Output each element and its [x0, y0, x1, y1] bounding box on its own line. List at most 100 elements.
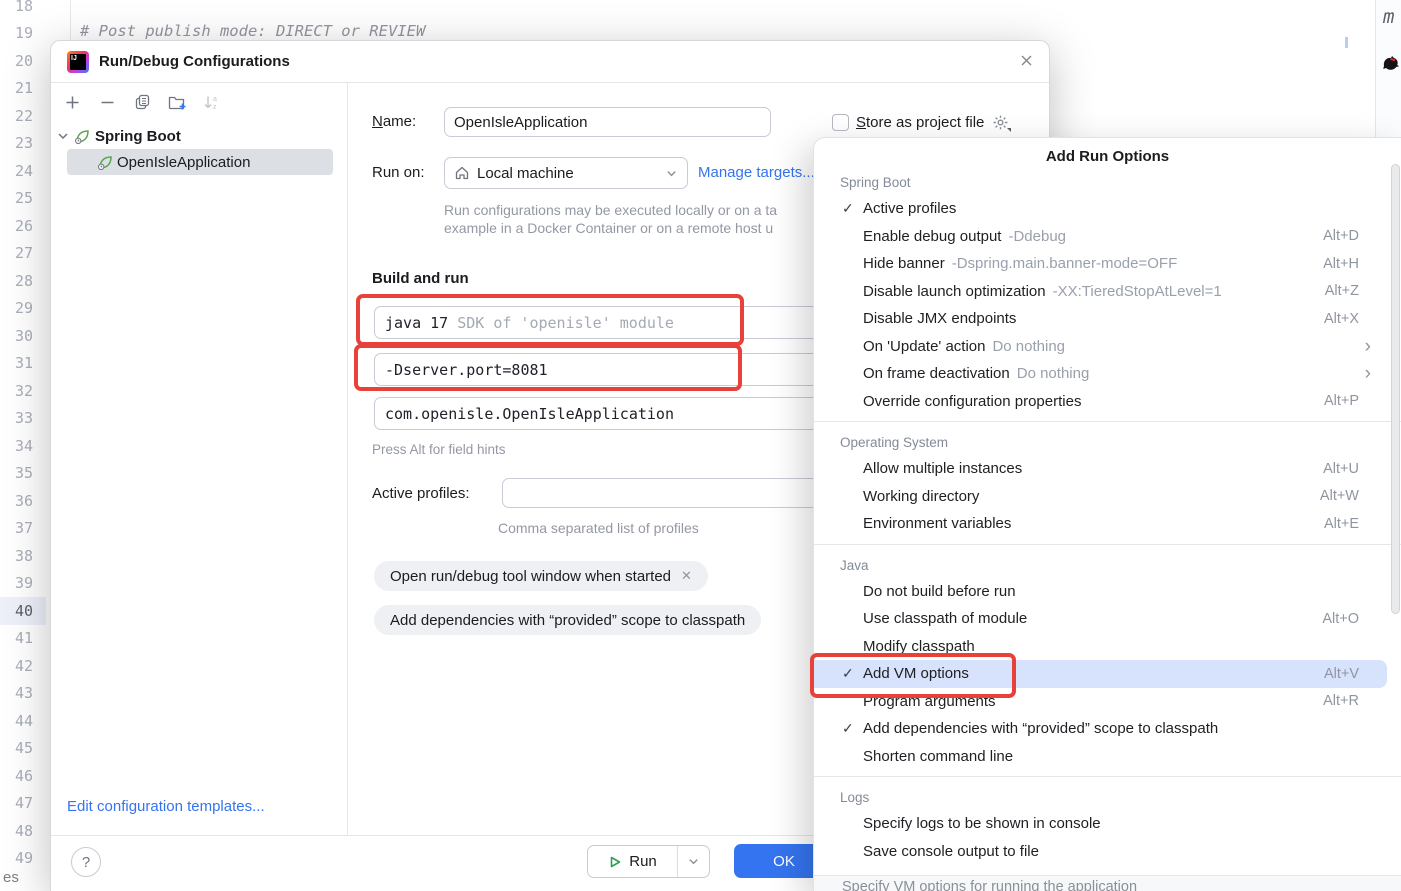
run-on-select[interactable]: Local machine — [444, 157, 688, 189]
line-number-text: 36 — [15, 492, 33, 510]
run-on-help-line1: Run configurations may be executed local… — [444, 202, 777, 218]
popup-scrollbar[interactable] — [1391, 164, 1400, 614]
line-number-text: 43 — [15, 684, 33, 702]
line-number-text: 48 — [15, 822, 33, 840]
sort-alphabetically-icon[interactable]: az — [200, 90, 224, 114]
line-number-text: 22 — [15, 107, 33, 125]
editor-line-number: 22 — [0, 102, 46, 130]
line-number-text: 33 — [15, 409, 33, 427]
menu-item-label: Disable launch optimization — [863, 283, 1046, 300]
line-number-text: 46 — [15, 767, 33, 785]
popup-menu-item[interactable]: Disable JMX endpointsAlt+X — [814, 305, 1401, 333]
dialog-title: Run/Debug Configurations — [99, 53, 290, 70]
menu-item-shortcut: Alt+R — [1323, 693, 1359, 709]
tag-close-icon[interactable]: ✕ — [681, 568, 692, 584]
new-folder-icon[interactable] — [165, 90, 189, 114]
run-label: Run — [629, 853, 657, 870]
editor-line-number: 27 — [0, 240, 46, 268]
main-class-field[interactable]: com.openisle.OpenIsleApplication — [374, 397, 826, 430]
run-button[interactable]: Run — [588, 846, 677, 877]
popup-menu-item[interactable]: Use classpath of moduleAlt+O — [814, 605, 1401, 633]
menu-item-label: Shorten command line — [863, 748, 1013, 765]
menu-item-label: Enable debug output — [863, 228, 1001, 245]
popup-menu-item[interactable]: Override configuration propertiesAlt+P — [814, 388, 1401, 416]
line-number-text: 32 — [15, 382, 33, 400]
run-split-button[interactable]: Run — [587, 845, 710, 878]
popup-menu-item[interactable]: Working directoryAlt+W — [814, 483, 1401, 511]
chevron-down-icon — [665, 167, 678, 180]
menu-item-label: Do not build before run — [863, 583, 1016, 600]
copy-icon[interactable] — [130, 90, 154, 114]
line-number-text: 39 — [15, 574, 33, 592]
menu-separator — [814, 776, 1401, 777]
alt-hint: Press Alt for field hints — [372, 442, 506, 457]
name-input[interactable]: OpenIsleApplication — [444, 107, 771, 137]
submenu-arrow-icon: › — [1365, 337, 1371, 356]
popup-status-hint: Specify VM options for running the appli… — [814, 875, 1401, 891]
menu-item-label: Active profiles — [863, 200, 956, 217]
line-number-text: 40 — [15, 602, 33, 620]
popup-menu-item[interactable]: On 'Update' actionDo nothing› — [814, 333, 1401, 361]
intellij-logo-icon — [67, 51, 89, 73]
popup-menu-item[interactable]: Do not build before run — [814, 578, 1401, 606]
run-dropdown-button[interactable] — [677, 846, 709, 877]
chevron-down-icon[interactable] — [56, 129, 70, 143]
popup-menu-item[interactable]: Disable launch optimization-XX:TieredSto… — [814, 278, 1401, 306]
menu-item-shortcut: Alt+D — [1323, 228, 1359, 244]
line-number-text: 26 — [15, 217, 33, 235]
popup-menu: Spring Boot✓Active profilesEnable debug … — [814, 166, 1401, 865]
popup-menu-item[interactable]: ✓Active profiles — [814, 195, 1401, 223]
help-label: ? — [82, 854, 90, 871]
store-as-project-file-checkbox[interactable] — [832, 114, 849, 131]
menu-item-shortcut: Alt+W — [1320, 488, 1359, 504]
editor-line-number: 48 — [0, 817, 46, 845]
tag-label: Open run/debug tool window when started — [390, 568, 671, 585]
add-run-options-popup: Add Run Options Spring Boot✓Active profi… — [813, 137, 1401, 891]
menu-section-header: Operating System — [814, 428, 1401, 455]
manage-targets-link[interactable]: Manage targets... — [698, 164, 815, 181]
editor-line-number: 41 — [0, 625, 46, 653]
editor-line-number: 25 — [0, 185, 46, 213]
line-number-text: 38 — [15, 547, 33, 565]
line-number-text: 28 — [15, 272, 33, 290]
remove-icon[interactable] — [95, 90, 119, 114]
option-tag[interactable]: Add dependencies with “provided” scope t… — [374, 605, 761, 635]
popup-menu-item[interactable]: ✓Add dependencies with “provided” scope … — [814, 715, 1401, 743]
editor-text-fragment: es — [3, 869, 19, 886]
menu-item-shortcut: Alt+U — [1323, 461, 1359, 477]
menu-item-label: Hide banner — [863, 255, 945, 272]
menu-item-label: On 'Update' action — [863, 338, 985, 355]
add-icon[interactable] — [60, 90, 84, 114]
popup-menu-item[interactable]: On frame deactivationDo nothing› — [814, 360, 1401, 388]
popup-menu-item[interactable]: Specify logs to be shown in console — [814, 810, 1401, 838]
editor-line-number: 36 — [0, 487, 46, 515]
run-play-icon — [608, 855, 622, 869]
line-number-text: 24 — [15, 162, 33, 180]
help-button[interactable]: ? — [71, 847, 101, 877]
main-class-value: com.openisle.OpenIsleApplication — [385, 405, 674, 423]
editor-line-number: 49 — [0, 845, 46, 873]
popup-menu-item[interactable]: Allow multiple instancesAlt+U — [814, 455, 1401, 483]
editor-line-number: 40 — [0, 597, 46, 625]
line-number-text: 35 — [15, 464, 33, 482]
popup-menu-item[interactable]: Hide banner-Dspring.main.banner-mode=OFF… — [814, 250, 1401, 278]
menu-separator — [814, 421, 1401, 422]
popup-menu-item[interactable]: Enable debug output-DdebugAlt+D — [814, 223, 1401, 251]
editor-line-number: 30 — [0, 322, 46, 350]
edit-configuration-templates-link[interactable]: Edit configuration templates... — [67, 798, 265, 815]
popup-menu-item[interactable]: Shorten command line — [814, 743, 1401, 771]
svg-text:z: z — [213, 104, 217, 111]
menu-item-shortcut: Alt+H — [1323, 256, 1359, 272]
line-number-text: 45 — [15, 739, 33, 757]
tag-label: Add dependencies with “provided” scope t… — [390, 612, 745, 629]
submenu-arrow-icon: › — [1365, 364, 1371, 383]
line-number-text: 31 — [15, 354, 33, 372]
bird-icon — [1380, 53, 1400, 73]
tree-node-openisleapplication-selected[interactable]: OpenIsleApplication — [67, 149, 333, 175]
popup-menu-item[interactable]: Environment variablesAlt+E — [814, 510, 1401, 538]
gear-icon[interactable] — [991, 113, 1009, 131]
popup-menu-item[interactable]: Save console output to file — [814, 838, 1401, 866]
option-tag[interactable]: Open run/debug tool window when started ✕ — [374, 561, 708, 591]
tree-node-spring-boot[interactable]: Spring Boot — [51, 123, 347, 149]
close-icon[interactable] — [1017, 53, 1035, 71]
